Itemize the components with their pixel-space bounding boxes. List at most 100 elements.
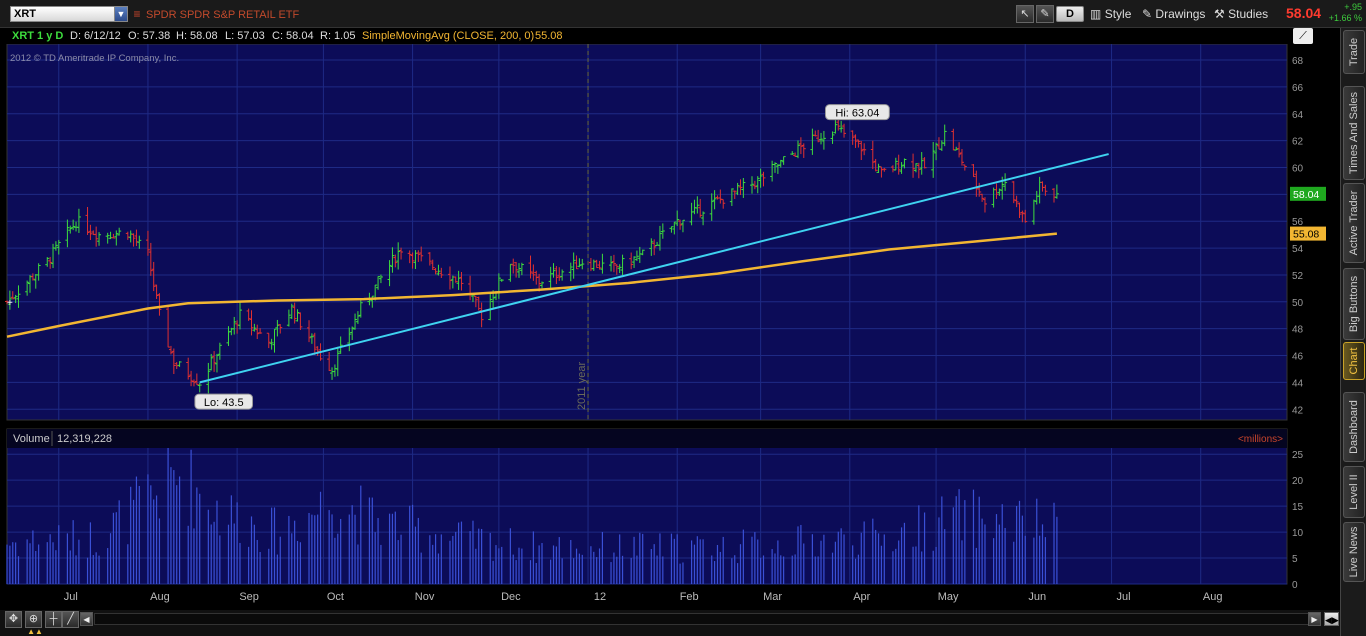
zoom-icon[interactable]: ⊕ xyxy=(25,611,42,628)
pencil-icon: ✎ xyxy=(1142,7,1153,21)
date-tick-label: 12 xyxy=(594,591,606,603)
volume-tick-label: 25 xyxy=(1292,450,1304,461)
side-tab-big-buttons[interactable]: Big Buttons xyxy=(1343,268,1365,340)
price-chart-svg[interactable]: 42444648505254565860626466680510152025Ju… xyxy=(0,44,1340,610)
cursor-mark: + xyxy=(7,298,13,309)
bar-low: L: 57.03 xyxy=(225,30,265,42)
volume-tick-label: 20 xyxy=(1292,476,1304,487)
volume-tick-label: 15 xyxy=(1292,502,1304,513)
symbol-input[interactable]: XRT xyxy=(10,6,128,22)
side-tab-trade[interactable]: Trade xyxy=(1343,30,1365,74)
volume-units: <millions> xyxy=(1238,434,1283,445)
style-button[interactable]: ▥ Style xyxy=(1090,6,1131,22)
sma-badge: 55.08 xyxy=(1293,229,1319,241)
side-tab-label: Level II xyxy=(1348,474,1360,510)
side-tab-times-and-sales[interactable]: Times And Sales xyxy=(1343,86,1365,180)
price-tick-label: 46 xyxy=(1292,352,1304,363)
collapse-panel-icon[interactable]: ▲▲ xyxy=(26,628,44,636)
period-button[interactable]: D xyxy=(1056,6,1084,22)
chart-bottom-bar: ✥ ⊕ ┼ ╱ ◀ ▶ ◀▶ ▲▲ xyxy=(0,610,1340,636)
side-tab-label: Live News xyxy=(1348,526,1360,578)
study-value: 55.08 xyxy=(535,30,563,42)
price-tick-label: 56 xyxy=(1292,217,1304,228)
symbol-period: XRT 1 y D xyxy=(12,30,64,42)
side-tab-label: Times And Sales xyxy=(1348,91,1360,175)
price-badge: 58.04 xyxy=(1293,189,1319,201)
chart-settings-icon[interactable]: ⟋ xyxy=(1293,28,1313,44)
side-tab-live-news[interactable]: Live News xyxy=(1343,522,1365,582)
date-tick-label: Nov xyxy=(415,591,435,603)
bar-close: C: 58.04 xyxy=(272,30,314,42)
price-tick-label: 60 xyxy=(1292,164,1304,175)
price-change: +.95 xyxy=(1344,2,1362,12)
side-tab-chart[interactable]: Chart xyxy=(1343,342,1365,380)
volume-label: Volume xyxy=(13,433,50,445)
side-tab-label: Active Trader xyxy=(1348,190,1360,256)
volume-value: 12,319,228 xyxy=(57,433,112,445)
price-tick-label: 68 xyxy=(1292,56,1304,67)
side-tab-dashboard[interactable]: Dashboard xyxy=(1343,392,1365,462)
volume-header xyxy=(7,429,1287,448)
studies-label: Studies xyxy=(1228,7,1269,21)
price-tick-label: 66 xyxy=(1292,83,1304,94)
crosshair-icon[interactable]: ┼ xyxy=(45,611,62,628)
cursor-icon[interactable]: ↖ xyxy=(1016,5,1034,23)
date-tick-label: Apr xyxy=(853,591,870,603)
price-change-percent: +1.66 % xyxy=(1328,13,1362,23)
date-tick-label: Jul xyxy=(1117,591,1131,603)
bar-range: R: 1.05 xyxy=(320,30,356,42)
price-tick-label: 62 xyxy=(1292,137,1304,148)
copyright-text: 2012 © TD Ameritrade IP Company, Inc. xyxy=(10,53,179,64)
price-pane xyxy=(6,44,1288,421)
drawings-button[interactable]: ✎ Drawings xyxy=(1142,6,1205,22)
line-tool-icon[interactable]: ╱ xyxy=(62,611,79,628)
pan-icon[interactable]: ✥ xyxy=(5,611,22,628)
drawings-label: Drawings xyxy=(1155,7,1206,21)
price-tick-label: 42 xyxy=(1292,405,1304,416)
date-tick-label: Feb xyxy=(680,591,699,603)
volume-tick-label: 5 xyxy=(1292,554,1298,565)
price-tick-label: 52 xyxy=(1292,271,1304,282)
side-tab-label: Trade xyxy=(1348,37,1360,67)
date-tick-label: Aug xyxy=(150,591,170,603)
style-label: Style xyxy=(1104,7,1132,21)
date-tick-label: Sep xyxy=(239,591,259,603)
price-tick-label: 48 xyxy=(1292,325,1304,336)
side-tab-label: Big Buttons xyxy=(1348,275,1360,333)
price-tick-label: 44 xyxy=(1292,378,1304,389)
chart-area[interactable]: 42444648505254565860626466680510152025Ju… xyxy=(0,44,1340,636)
date-tick-label: May xyxy=(938,591,959,603)
date-tick-label: Jul xyxy=(64,591,78,603)
bar-high: H: 58.08 xyxy=(176,30,218,42)
bar-open: O: 57.38 xyxy=(128,30,171,42)
side-tab-label: Chart xyxy=(1348,347,1360,375)
quote-info-bar: XRT 1 y D D: 6/12/12 O: 57.38 H: 58.08 L… xyxy=(0,28,1340,44)
symbol-dropdown-button[interactable]: ▼ xyxy=(114,6,128,22)
volume-tick-label: 0 xyxy=(1292,580,1298,591)
side-tab-active-trader[interactable]: Active Trader xyxy=(1343,183,1365,263)
scroll-right-button[interactable]: ▶ xyxy=(1308,612,1321,626)
studies-icon: ⚒ xyxy=(1214,7,1225,21)
study-name: SimpleMovingAvg (CLOSE, 200, 0) xyxy=(362,30,535,42)
year-marker-label: 2011 year xyxy=(576,362,588,410)
wrench-icon[interactable]: ✎ xyxy=(1036,5,1054,23)
date-tick-label: Jun xyxy=(1028,591,1046,603)
scroll-left-button[interactable]: ◀ xyxy=(80,612,93,626)
side-tab-label: Dashboard xyxy=(1348,400,1360,454)
chart-scrollbar[interactable] xyxy=(94,613,1314,625)
side-tab-level-ii[interactable]: Level II xyxy=(1343,466,1365,518)
price-tick-label: 50 xyxy=(1292,298,1304,309)
price-tick-label: 54 xyxy=(1292,244,1304,255)
date-tick-label: Oct xyxy=(327,591,344,603)
date-tick-label: Aug xyxy=(1203,591,1223,603)
side-panel-tabs: Trade Times And Sales Active Trader Big … xyxy=(1340,28,1366,636)
studies-button[interactable]: ⚒ Studies xyxy=(1214,6,1268,22)
hi-label: Hi: 63.04 xyxy=(835,108,879,120)
lo-label: Lo: 43.5 xyxy=(204,397,244,409)
symbol-menu-icon[interactable]: ≡ xyxy=(130,6,144,22)
symbol-description: SPDR SPDR S&P RETAIL ETF xyxy=(146,9,300,21)
expand-chart-button[interactable]: ◀▶ xyxy=(1324,612,1339,626)
date-tick-label: Mar xyxy=(763,591,782,603)
style-icon: ▥ xyxy=(1090,7,1102,21)
price-tick-label: 64 xyxy=(1292,110,1304,121)
